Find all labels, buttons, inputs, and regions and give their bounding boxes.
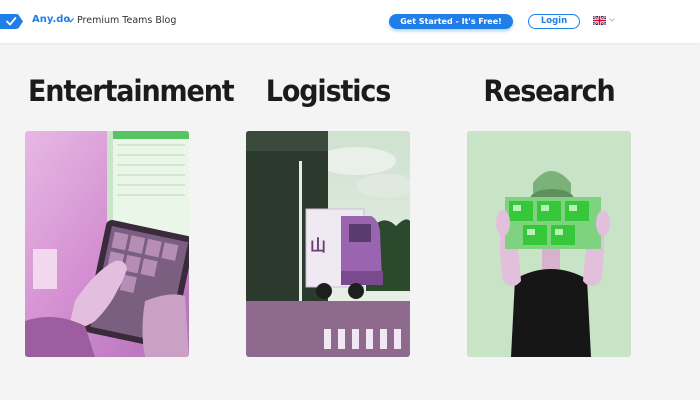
card-image-entertainment[interactable]	[25, 131, 189, 357]
brand-name[interactable]: Any.do	[32, 14, 70, 25]
card-title-entertainment: Entertainment	[27, 74, 235, 108]
svg-text:山: 山	[310, 236, 326, 255]
card-image-research[interactable]	[467, 131, 631, 357]
language-chevron-icon[interactable]	[609, 18, 615, 22]
chevron-down-icon[interactable]	[67, 18, 74, 23]
card-image-logistics[interactable]: 山	[246, 131, 410, 357]
tablet-photo	[25, 131, 189, 357]
card-title-research: Research	[483, 74, 615, 108]
uk-flag-icon[interactable]	[593, 16, 606, 25]
login-button[interactable]: Login	[528, 14, 580, 29]
logo-badge[interactable]	[0, 14, 23, 29]
person-holding-paper-photo	[467, 131, 631, 357]
truck-photo: 山	[246, 131, 410, 357]
nav-links[interactable]: Premium Teams Blog	[77, 15, 176, 26]
card-title-logistics: Logistics	[265, 74, 392, 108]
get-started-button[interactable]: Get Started - It's Free!	[389, 14, 513, 29]
checkmark-icon	[6, 17, 17, 26]
top-header: Any.do Premium Teams Blog Get Started - …	[0, 0, 700, 43]
